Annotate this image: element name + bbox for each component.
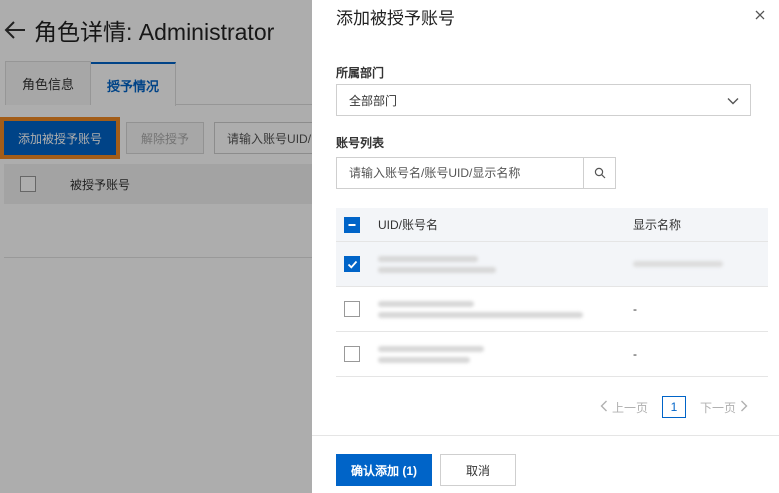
table-row[interactable] bbox=[336, 242, 768, 287]
account-search bbox=[336, 157, 616, 189]
checkmark-icon[interactable] bbox=[344, 256, 360, 272]
account-uid-cell bbox=[360, 255, 633, 273]
column-header-display-name: 显示名称 bbox=[633, 218, 682, 232]
column-header-uid: UID/账号名 bbox=[378, 218, 439, 232]
cancel-button[interactable]: 取消 bbox=[440, 454, 516, 486]
close-icon[interactable] bbox=[752, 7, 768, 23]
display-name-cell bbox=[633, 261, 723, 267]
checkbox-indeterminate-icon[interactable] bbox=[344, 216, 360, 233]
chevron-down-icon bbox=[726, 94, 740, 108]
account-uid-cell bbox=[360, 300, 633, 318]
prev-page-label: 上一页 bbox=[612, 400, 649, 415]
redacted-account-text bbox=[378, 345, 633, 363]
chevron-left-icon bbox=[600, 400, 608, 415]
redacted-account-text bbox=[378, 255, 633, 273]
drawer-footer: 确认添加 (1) 取消 bbox=[312, 435, 779, 493]
drawer-title: 添加被授予账号 bbox=[336, 9, 455, 28]
display-name-cell: - bbox=[633, 347, 637, 361]
department-select[interactable]: 全部部门 bbox=[336, 84, 751, 116]
search-icon[interactable] bbox=[584, 157, 616, 189]
pagination: 上一页 1 下一页 bbox=[600, 395, 748, 419]
table-row[interactable]: - bbox=[336, 287, 768, 332]
confirm-add-button[interactable]: 确认添加 (1) bbox=[336, 454, 432, 486]
account-list-label: 账号列表 bbox=[336, 136, 385, 150]
next-page-button[interactable]: 下一页 bbox=[700, 399, 748, 416]
department-label: 所属部门 bbox=[336, 66, 385, 80]
chevron-right-icon bbox=[740, 400, 748, 415]
add-grantee-drawer: 添加被授予账号 所属部门 全部部门 账号列表 UID/账号名 显示名称 bbox=[312, 0, 779, 493]
next-page-label: 下一页 bbox=[700, 400, 737, 415]
row-checkbox[interactable] bbox=[344, 346, 360, 362]
account-table: UID/账号名 显示名称 - - bbox=[336, 208, 768, 377]
redacted-account-text bbox=[378, 300, 633, 318]
department-select-value: 全部部门 bbox=[349, 93, 398, 108]
display-name-cell: - bbox=[633, 302, 637, 316]
current-page[interactable]: 1 bbox=[662, 396, 687, 418]
account-search-input[interactable] bbox=[336, 157, 584, 189]
account-uid-cell bbox=[360, 345, 633, 363]
row-checkbox[interactable] bbox=[344, 301, 360, 317]
redacted-display-name bbox=[633, 261, 723, 267]
table-row[interactable]: - bbox=[336, 332, 768, 377]
prev-page-button[interactable]: 上一页 bbox=[600, 399, 648, 416]
account-table-header: UID/账号名 显示名称 bbox=[336, 208, 768, 242]
